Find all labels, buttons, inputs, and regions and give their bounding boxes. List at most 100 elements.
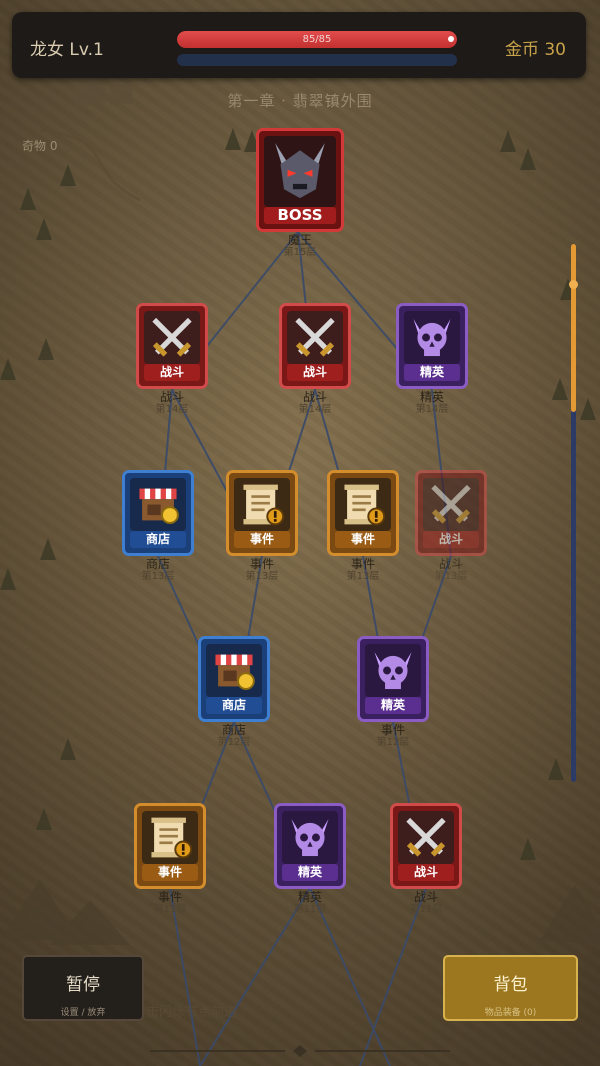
node-floor: 第13层 — [141, 571, 175, 582]
secondary-bar — [177, 54, 457, 66]
node-card[interactable]: 战斗 — [415, 470, 487, 556]
crossed-swords-icon — [152, 317, 192, 357]
node-caption: 事件 — [157, 890, 182, 904]
node-floor: 第11层 — [293, 904, 327, 915]
top-status-bar: 龙女 Lv.1 85/85 金币 30 — [12, 12, 586, 78]
node-art — [287, 311, 343, 364]
node-art — [335, 478, 391, 531]
map-node-elite[interactable]: 精英 精英 第14层 — [396, 303, 468, 415]
backpack-button-label: 背包 — [493, 975, 528, 995]
node-caption: 战斗 — [413, 890, 438, 904]
pause-button-label: 暂停 — [66, 975, 100, 995]
node-floor: 第11层 — [153, 904, 187, 915]
map-node-battle-dimmed[interactable]: 战斗 战斗 第13层 — [415, 470, 487, 582]
node-card[interactable]: 事件 — [134, 803, 206, 889]
node-type-label: 战斗 — [398, 864, 454, 881]
node-art — [130, 478, 186, 531]
node-card[interactable]: 事件 — [327, 470, 399, 556]
map-node-shop[interactable]: 商店 商店 第13层 — [122, 470, 194, 582]
backpack-button-sublabel: 物品装备 (0) — [484, 1008, 537, 1018]
node-type-label: 战斗 — [144, 364, 200, 381]
scroll-event-icon — [243, 484, 285, 526]
node-caption: 商店 — [145, 557, 170, 571]
node-floor: 第13层 — [434, 571, 468, 582]
node-art — [206, 644, 262, 697]
node-art — [144, 311, 200, 364]
shop-stall-icon — [215, 654, 255, 691]
node-caption: 事件 — [350, 557, 375, 571]
hp-indicator-dot — [448, 36, 454, 42]
node-card[interactable]: 战斗 — [390, 803, 462, 889]
node-art — [404, 311, 460, 364]
node-card[interactable]: 精英 — [396, 303, 468, 389]
bottom-ornament — [150, 1045, 450, 1057]
node-floor: 第12层 — [376, 737, 410, 748]
node-art — [423, 478, 479, 531]
node-floor: 第14层 — [298, 404, 332, 415]
node-caption: 精英 — [419, 390, 444, 404]
node-floor: 第14层 — [415, 404, 449, 415]
map-node-battle[interactable]: 战斗 战斗 第14层 — [136, 303, 208, 415]
node-card[interactable]: 战斗 — [279, 303, 351, 389]
node-caption: 战斗 — [302, 390, 327, 404]
pause-button[interactable]: 暂停 设置 / 放弃 — [22, 955, 144, 1021]
crossed-swords-icon — [431, 484, 471, 524]
node-type-label: 事件 — [335, 531, 391, 548]
horned-skull-icon — [374, 651, 412, 690]
node-art — [142, 811, 198, 864]
crossed-swords-icon — [295, 317, 335, 357]
node-art — [234, 478, 290, 531]
node-type-label: 商店 — [206, 697, 262, 714]
node-card[interactable]: 精英 — [274, 803, 346, 889]
crossed-swords-icon — [406, 817, 446, 857]
map-node-elite[interactable]: 精英 事件 第12层 — [357, 636, 429, 748]
relic-counter: 奇物 0 — [22, 139, 58, 153]
node-type-label: BOSS — [264, 207, 336, 224]
node-caption: 事件 — [380, 723, 405, 737]
map-node-elite[interactable]: 精英 精英 第11层 — [274, 803, 346, 915]
map-node-battle[interactable]: 战斗 战斗 第14层 — [279, 303, 351, 415]
pause-button-sublabel: 设置 / 放弃 — [60, 1008, 106, 1018]
node-card[interactable]: BOSS — [256, 128, 344, 232]
node-floor: 第13层 — [346, 571, 380, 582]
navigation-hint: 击闪烁节点前进 — [146, 1005, 238, 1020]
node-type-label: 精英 — [365, 697, 421, 714]
map-node-event[interactable]: 事件 事件 第13层 — [327, 470, 399, 582]
map-node-event[interactable]: 事件 事件 第13层 — [226, 470, 298, 582]
player-name-level: 龙女 Lv.1 — [30, 40, 104, 60]
node-floor: 第13层 — [245, 571, 279, 582]
node-floor: 第12层 — [217, 737, 251, 748]
node-type-label: 精英 — [282, 864, 338, 881]
node-caption: 战斗 — [159, 390, 184, 404]
scroll-event-icon — [151, 817, 193, 859]
node-card[interactable]: 战斗 — [136, 303, 208, 389]
node-card[interactable]: 事件 — [226, 470, 298, 556]
node-type-label: 战斗 — [287, 364, 343, 381]
map-node-boss[interactable]: BOSS 魔王 第15层 — [256, 128, 344, 258]
node-art — [365, 644, 421, 697]
node-caption: 战斗 — [438, 557, 463, 571]
map-node-shop[interactable]: 商店 商店 第12层 — [198, 636, 270, 748]
node-art — [264, 136, 336, 207]
gold-counter: 金币 30 — [504, 40, 566, 60]
shop-stall-icon — [139, 488, 179, 525]
node-caption: 事件 — [249, 557, 274, 571]
node-card[interactable]: 商店 — [198, 636, 270, 722]
node-type-label: 事件 — [234, 531, 290, 548]
node-type-label: 精英 — [404, 364, 460, 381]
horned-skull-icon — [413, 318, 451, 357]
backpack-button[interactable]: 背包 物品装备 (0) — [443, 955, 578, 1021]
node-floor: 第15层 — [283, 247, 317, 258]
chapter-title: 第一章 · 翡翠镇外围 — [227, 92, 373, 110]
node-card[interactable]: 精英 — [357, 636, 429, 722]
horned-skull-icon — [291, 818, 329, 857]
node-art — [398, 811, 454, 864]
node-card[interactable]: 商店 — [122, 470, 194, 556]
node-caption: 魔王 — [287, 233, 312, 247]
node-type-label: 事件 — [142, 864, 198, 881]
demon-boss-icon — [275, 143, 325, 199]
map-node-event[interactable]: 事件 事件 第11层 — [134, 803, 206, 915]
map-node-battle[interactable]: 战斗 战斗 第11层 — [390, 803, 462, 915]
map-scroll-thumb[interactable] — [571, 244, 576, 412]
hp-bar: 85/85 — [177, 31, 457, 48]
